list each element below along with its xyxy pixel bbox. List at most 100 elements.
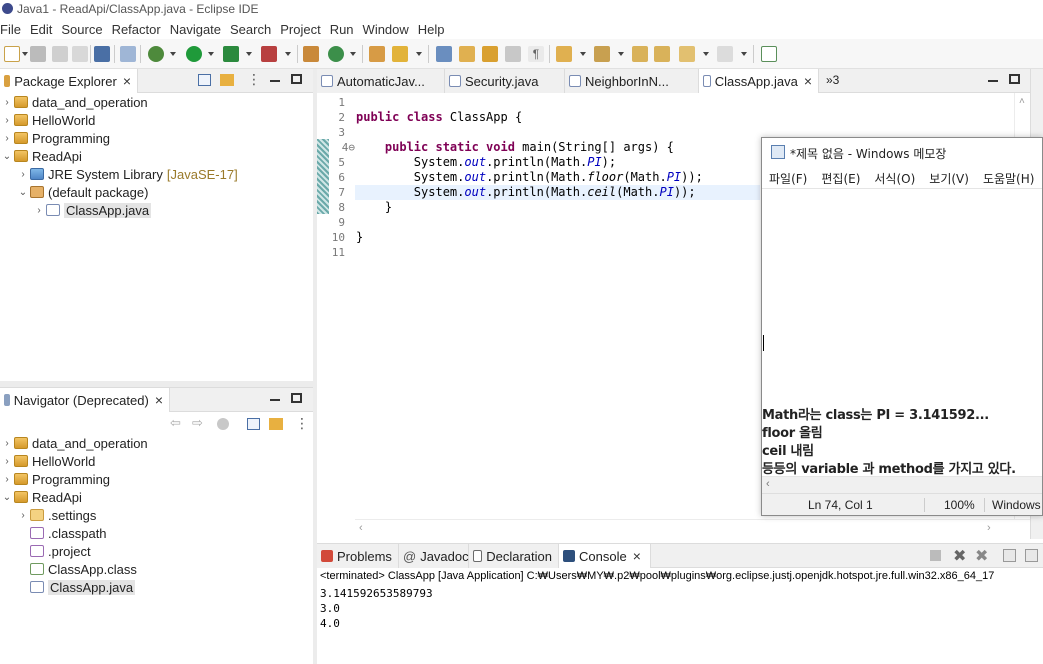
view-menu-icon[interactable]: ⋮: [295, 415, 309, 432]
new-java-class-icon[interactable]: [328, 46, 344, 62]
new-dropdown-icon[interactable]: [22, 52, 28, 56]
remove-launch-icon[interactable]: ✖: [953, 546, 966, 566]
maximize-icon[interactable]: [291, 74, 302, 84]
menu-source[interactable]: Source: [59, 22, 109, 37]
external-tools-dropdown-icon[interactable]: [285, 52, 291, 56]
expand-arrow-icon[interactable]: ›: [2, 438, 12, 449]
view-menu-icon[interactable]: ⋮: [247, 71, 261, 88]
block-selection-icon[interactable]: [505, 46, 521, 62]
collapse-all-icon[interactable]: [247, 418, 260, 430]
save-all-icon[interactable]: [52, 46, 68, 62]
tab-javadoc[interactable]: @ Javadoc: [399, 544, 469, 568]
scroll-left-icon[interactable]: ‹: [359, 522, 363, 534]
menu-window[interactable]: Window: [361, 22, 416, 37]
minimize-icon[interactable]: [988, 80, 998, 82]
maximize-icon[interactable]: [291, 393, 302, 403]
prev-annotation-icon[interactable]: [594, 46, 610, 62]
menu-run[interactable]: Run: [328, 22, 361, 37]
save-icon[interactable]: [30, 46, 46, 62]
open-task-icon[interactable]: [392, 46, 408, 62]
next-edit-icon[interactable]: [654, 46, 670, 62]
next-annotation-icon[interactable]: [556, 46, 572, 62]
annotation-icon[interactable]: [459, 46, 475, 62]
close-icon[interactable]: ×: [123, 73, 131, 89]
new-java-project-icon[interactable]: [303, 46, 319, 62]
close-icon[interactable]: ×: [633, 548, 641, 564]
nav-item-helloworld[interactable]: › HelloWorld: [2, 452, 95, 470]
run-icon[interactable]: [186, 46, 202, 62]
minimize-icon[interactable]: [270, 80, 280, 82]
tab-automaticjava[interactable]: AutomaticJav...: [317, 69, 445, 93]
up-icon[interactable]: [217, 418, 229, 430]
menu-help[interactable]: Help: [416, 22, 452, 37]
collapse-arrow-icon[interactable]: ⌄: [2, 492, 12, 503]
tab-problems[interactable]: Problems: [317, 544, 399, 568]
expand-arrow-icon[interactable]: ›: [2, 115, 12, 126]
minimize-icon[interactable]: [270, 399, 280, 401]
nav-item-classapp-java[interactable]: ClassApp.java: [18, 578, 136, 596]
debug-dropdown-icon[interactable]: [170, 52, 176, 56]
debug-icon[interactable]: [148, 46, 164, 62]
pilcrow-icon[interactable]: ¶: [528, 46, 544, 62]
back-icon[interactable]: [679, 46, 695, 62]
notepad-title-bar[interactable]: *제목 없음 - Windows 메모장: [762, 138, 1042, 167]
notepad-window[interactable]: *제목 없음 - Windows 메모장 파일(F) 편집(E) 서식(O) 보…: [761, 137, 1043, 516]
tab-neighborinn[interactable]: NeighborInN...: [565, 69, 699, 93]
collapse-arrow-icon[interactable]: ⌄: [18, 187, 28, 198]
expand-arrow-icon[interactable]: ›: [18, 169, 28, 180]
expand-arrow-icon[interactable]: ›: [2, 456, 12, 467]
tab-declaration[interactable]: Declaration: [469, 544, 559, 568]
close-icon[interactable]: ×: [155, 392, 163, 408]
tab-classapp-java[interactable]: ClassApp.java ×: [699, 69, 819, 93]
open-type-icon[interactable]: [369, 46, 385, 62]
notepad-menu-edit[interactable]: 편집(E): [814, 170, 867, 187]
scroll-lock-icon[interactable]: [1025, 549, 1038, 562]
menu-project[interactable]: Project: [278, 22, 327, 37]
print-icon[interactable]: [72, 46, 88, 62]
nav-item-classapp-class[interactable]: ClassApp.class: [18, 560, 137, 578]
tab-navigator[interactable]: Navigator (Deprecated) ×: [0, 388, 170, 412]
forward-dropdown-icon[interactable]: [741, 52, 747, 56]
next-annotation-dropdown-icon[interactable]: [580, 52, 586, 56]
notepad-horizontal-scrollbar[interactable]: ‹: [762, 476, 1042, 493]
menu-file[interactable]: File: [0, 22, 28, 37]
tab-security-java[interactable]: Security.java: [445, 69, 565, 93]
expand-arrow-icon[interactable]: ›: [2, 97, 12, 108]
new-class-dropdown-icon[interactable]: [350, 52, 356, 56]
link-editor-icon[interactable]: [220, 74, 234, 86]
notepad-menu-format[interactable]: 서식(O): [867, 170, 922, 187]
coverage-icon[interactable]: [223, 46, 239, 62]
nav-item-programming[interactable]: › Programming: [2, 470, 110, 488]
forward-icon[interactable]: [717, 46, 733, 62]
nav-item-classpath[interactable]: .classpath: [18, 524, 107, 542]
expand-arrow-icon[interactable]: ›: [34, 205, 44, 216]
tree-item-readapi[interactable]: ⌄ ReadApi: [2, 147, 82, 165]
nav-item-settings[interactable]: › .settings: [18, 506, 96, 524]
prev-annotation-dropdown-icon[interactable]: [618, 52, 624, 56]
expand-arrow-icon[interactable]: ›: [2, 474, 12, 485]
skip-breakpoints-icon[interactable]: [120, 46, 136, 62]
notepad-menu-file[interactable]: 파일(F): [762, 170, 814, 187]
back-arrow-icon[interactable]: ⇦: [170, 415, 181, 431]
scroll-left-icon[interactable]: ‹: [766, 478, 770, 490]
nav-item-project[interactable]: .project: [18, 542, 91, 560]
new-icon[interactable]: [4, 46, 20, 62]
menu-edit[interactable]: Edit: [28, 22, 59, 37]
menu-refactor[interactable]: Refactor: [110, 22, 168, 37]
coverage-dropdown-icon[interactable]: [246, 52, 252, 56]
tree-item-classapp-java[interactable]: › ClassApp.java: [34, 201, 152, 219]
nav-item-readapi[interactable]: ⌄ ReadApi: [2, 488, 82, 506]
maximize-icon[interactable]: [1009, 74, 1020, 84]
tree-item-helloworld[interactable]: › HelloWorld: [2, 111, 95, 129]
remove-all-icon[interactable]: ✖: [975, 546, 988, 566]
menu-navigate[interactable]: Navigate: [168, 22, 228, 37]
tree-item-jre-system-library[interactable]: › JRE System Library [JavaSE-17]: [18, 165, 237, 183]
notepad-menu-help[interactable]: 도움말(H): [976, 170, 1042, 187]
terminate-icon[interactable]: [930, 550, 941, 561]
expand-arrow-icon[interactable]: ›: [18, 510, 28, 521]
notepad-text-area[interactable]: Math라는 class는 PI = 3.141592... floor 올림 …: [762, 188, 1042, 477]
tree-item-data-and-operation[interactable]: › data_and_operation: [2, 93, 147, 111]
sash[interactable]: [0, 381, 313, 387]
last-edit-icon[interactable]: [632, 46, 648, 62]
notepad-menu-view[interactable]: 보기(V): [922, 170, 976, 187]
